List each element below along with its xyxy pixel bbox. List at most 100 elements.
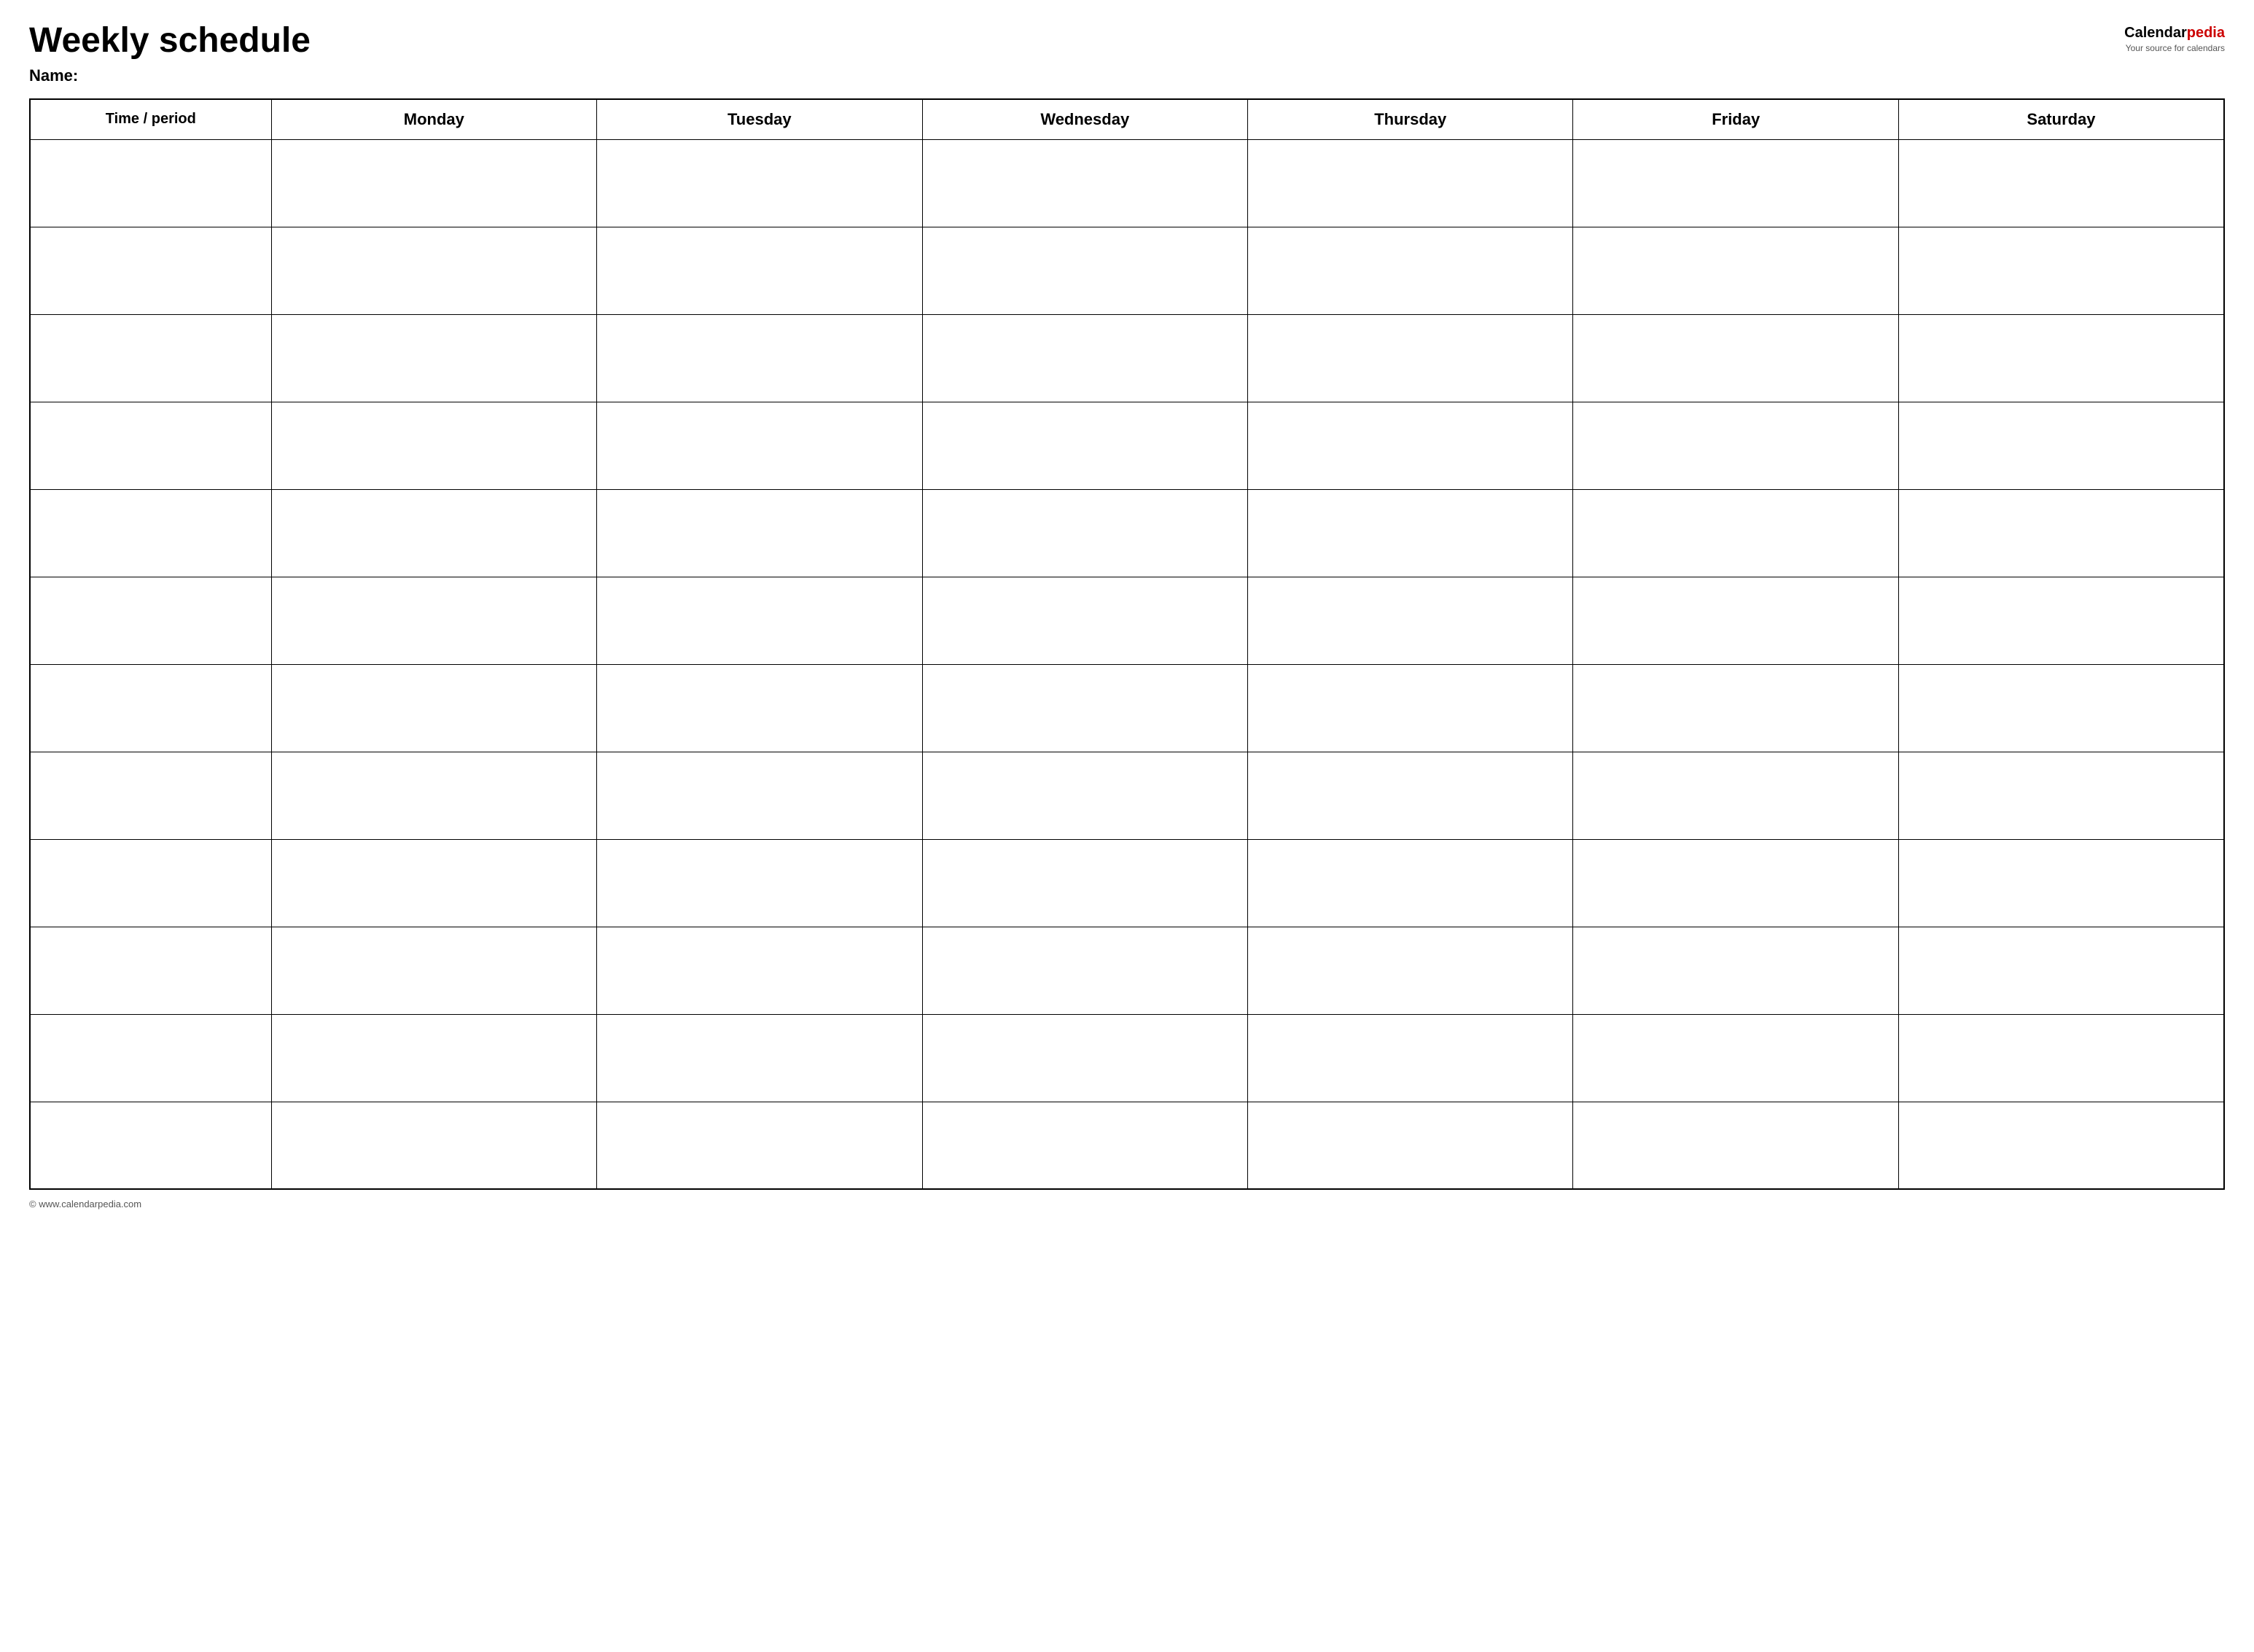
table-cell[interactable] (1573, 314, 1898, 402)
logo-container: Calendarpedia Your source for calendars (2124, 25, 2225, 53)
table-cell[interactable] (1573, 752, 1898, 839)
table-cell[interactable] (1248, 752, 1573, 839)
table-body (30, 139, 2224, 1189)
table-cell[interactable] (30, 314, 271, 402)
table-cell[interactable] (30, 402, 271, 489)
table-cell[interactable] (30, 1102, 271, 1189)
table-cell[interactable] (1248, 1102, 1573, 1189)
table-cell[interactable] (271, 139, 596, 227)
table-cell[interactable] (30, 1014, 271, 1102)
table-cell[interactable] (922, 489, 1247, 577)
table-cell[interactable] (271, 839, 596, 927)
table-cell[interactable] (30, 489, 271, 577)
table-cell[interactable] (1248, 1014, 1573, 1102)
table-cell[interactable] (597, 664, 922, 752)
table-cell[interactable] (922, 1014, 1247, 1102)
table-cell[interactable] (922, 577, 1247, 664)
table-cell[interactable] (922, 839, 1247, 927)
table-cell[interactable] (1573, 1102, 1898, 1189)
table-cell[interactable] (597, 577, 922, 664)
table-cell[interactable] (1573, 1014, 1898, 1102)
table-cell[interactable] (1248, 927, 1573, 1014)
table-cell[interactable] (1573, 227, 1898, 314)
table-cell[interactable] (271, 1102, 596, 1189)
table-cell[interactable] (1898, 577, 2224, 664)
table-cell[interactable] (1248, 227, 1573, 314)
col-header-time: Time / period (30, 99, 271, 140)
table-row (30, 577, 2224, 664)
table-cell[interactable] (1573, 577, 1898, 664)
table-cell[interactable] (1898, 664, 2224, 752)
table-cell[interactable] (1248, 139, 1573, 227)
table-cell[interactable] (271, 1014, 596, 1102)
table-cell[interactable] (271, 314, 596, 402)
table-cell[interactable] (271, 752, 596, 839)
table-cell[interactable] (30, 752, 271, 839)
col-header-friday: Friday (1573, 99, 1898, 140)
table-row (30, 752, 2224, 839)
table-cell[interactable] (922, 402, 1247, 489)
table-cell[interactable] (597, 227, 922, 314)
page-header: Weekly schedule Calendarpedia Your sourc… (29, 22, 2225, 61)
table-cell[interactable] (30, 227, 271, 314)
table-cell[interactable] (597, 314, 922, 402)
table-cell[interactable] (922, 1102, 1247, 1189)
table-cell[interactable] (30, 927, 271, 1014)
table-cell[interactable] (271, 227, 596, 314)
footer: © www.calendarpedia.com (29, 1199, 2225, 1209)
table-cell[interactable] (1248, 664, 1573, 752)
table-cell[interactable] (1248, 577, 1573, 664)
table-cell[interactable] (597, 139, 922, 227)
table-cell[interactable] (1898, 402, 2224, 489)
table-row (30, 139, 2224, 227)
table-row (30, 839, 2224, 927)
table-cell[interactable] (1248, 489, 1573, 577)
table-cell[interactable] (597, 1102, 922, 1189)
col-header-tuesday: Tuesday (597, 99, 922, 140)
col-header-thursday: Thursday (1248, 99, 1573, 140)
table-cell[interactable] (271, 927, 596, 1014)
footer-url: © www.calendarpedia.com (29, 1199, 141, 1209)
table-cell[interactable] (30, 664, 271, 752)
table-cell[interactable] (1248, 314, 1573, 402)
table-cell[interactable] (922, 139, 1247, 227)
table-cell[interactable] (1248, 402, 1573, 489)
table-cell[interactable] (271, 489, 596, 577)
table-cell[interactable] (1573, 139, 1898, 227)
table-row (30, 227, 2224, 314)
table-cell[interactable] (1573, 402, 1898, 489)
table-cell[interactable] (1898, 1014, 2224, 1102)
table-cell[interactable] (1898, 752, 2224, 839)
table-cell[interactable] (922, 227, 1247, 314)
table-cell[interactable] (1898, 839, 2224, 927)
table-row (30, 489, 2224, 577)
table-cell[interactable] (1573, 489, 1898, 577)
table-cell[interactable] (30, 577, 271, 664)
table-cell[interactable] (271, 402, 596, 489)
table-cell[interactable] (1898, 139, 2224, 227)
table-cell[interactable] (1573, 839, 1898, 927)
table-cell[interactable] (1573, 664, 1898, 752)
table-cell[interactable] (30, 139, 271, 227)
table-cell[interactable] (271, 664, 596, 752)
table-cell[interactable] (271, 577, 596, 664)
table-cell[interactable] (922, 664, 1247, 752)
table-cell[interactable] (1898, 927, 2224, 1014)
table-cell[interactable] (1898, 227, 2224, 314)
table-cell[interactable] (922, 314, 1247, 402)
table-cell[interactable] (597, 489, 922, 577)
table-cell[interactable] (1573, 927, 1898, 1014)
table-cell[interactable] (1248, 839, 1573, 927)
table-cell[interactable] (1898, 489, 2224, 577)
table-cell[interactable] (922, 927, 1247, 1014)
table-cell[interactable] (1898, 1102, 2224, 1189)
table-cell[interactable] (597, 402, 922, 489)
table-cell[interactable] (597, 927, 922, 1014)
table-cell[interactable] (922, 752, 1247, 839)
table-cell[interactable] (30, 839, 271, 927)
table-cell[interactable] (1898, 314, 2224, 402)
table-cell[interactable] (597, 839, 922, 927)
table-cell[interactable] (597, 1014, 922, 1102)
table-cell[interactable] (597, 752, 922, 839)
table-row (30, 664, 2224, 752)
